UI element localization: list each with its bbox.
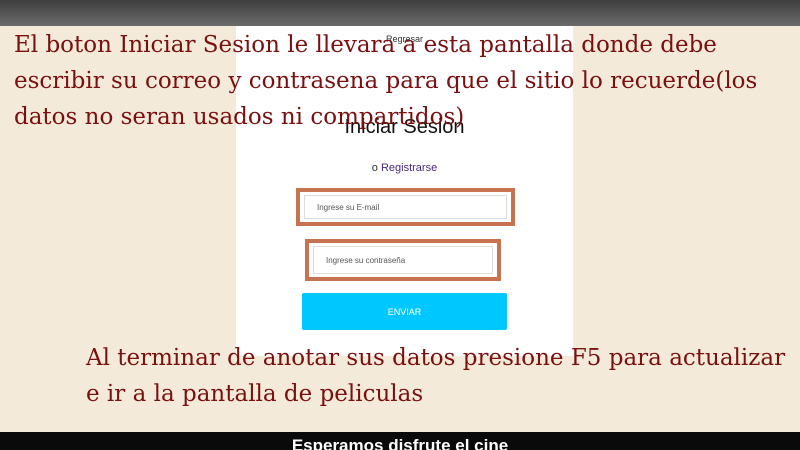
instruction-text-top: El boton Iniciar Sesion le llevara a est… <box>14 32 758 130</box>
password-highlight-box <box>305 239 501 281</box>
bottom-caption-bar: Esperamos disfrute el cine <box>0 432 800 450</box>
submit-button[interactable]: ENVIAR <box>302 293 507 330</box>
top-window-bar <box>0 0 800 26</box>
register-prefix: o <box>371 162 378 174</box>
instruction-text-bottom: Al terminar de anotar sus datos presione… <box>86 345 786 407</box>
password-input[interactable] <box>313 246 493 274</box>
register-link[interactable]: Registrarse <box>381 162 437 174</box>
register-line: o Registrarse <box>236 162 573 174</box>
email-input[interactable] <box>304 195 507 219</box>
bottom-caption: Esperamos disfrute el cine <box>291 436 509 450</box>
email-highlight-box <box>296 188 515 226</box>
